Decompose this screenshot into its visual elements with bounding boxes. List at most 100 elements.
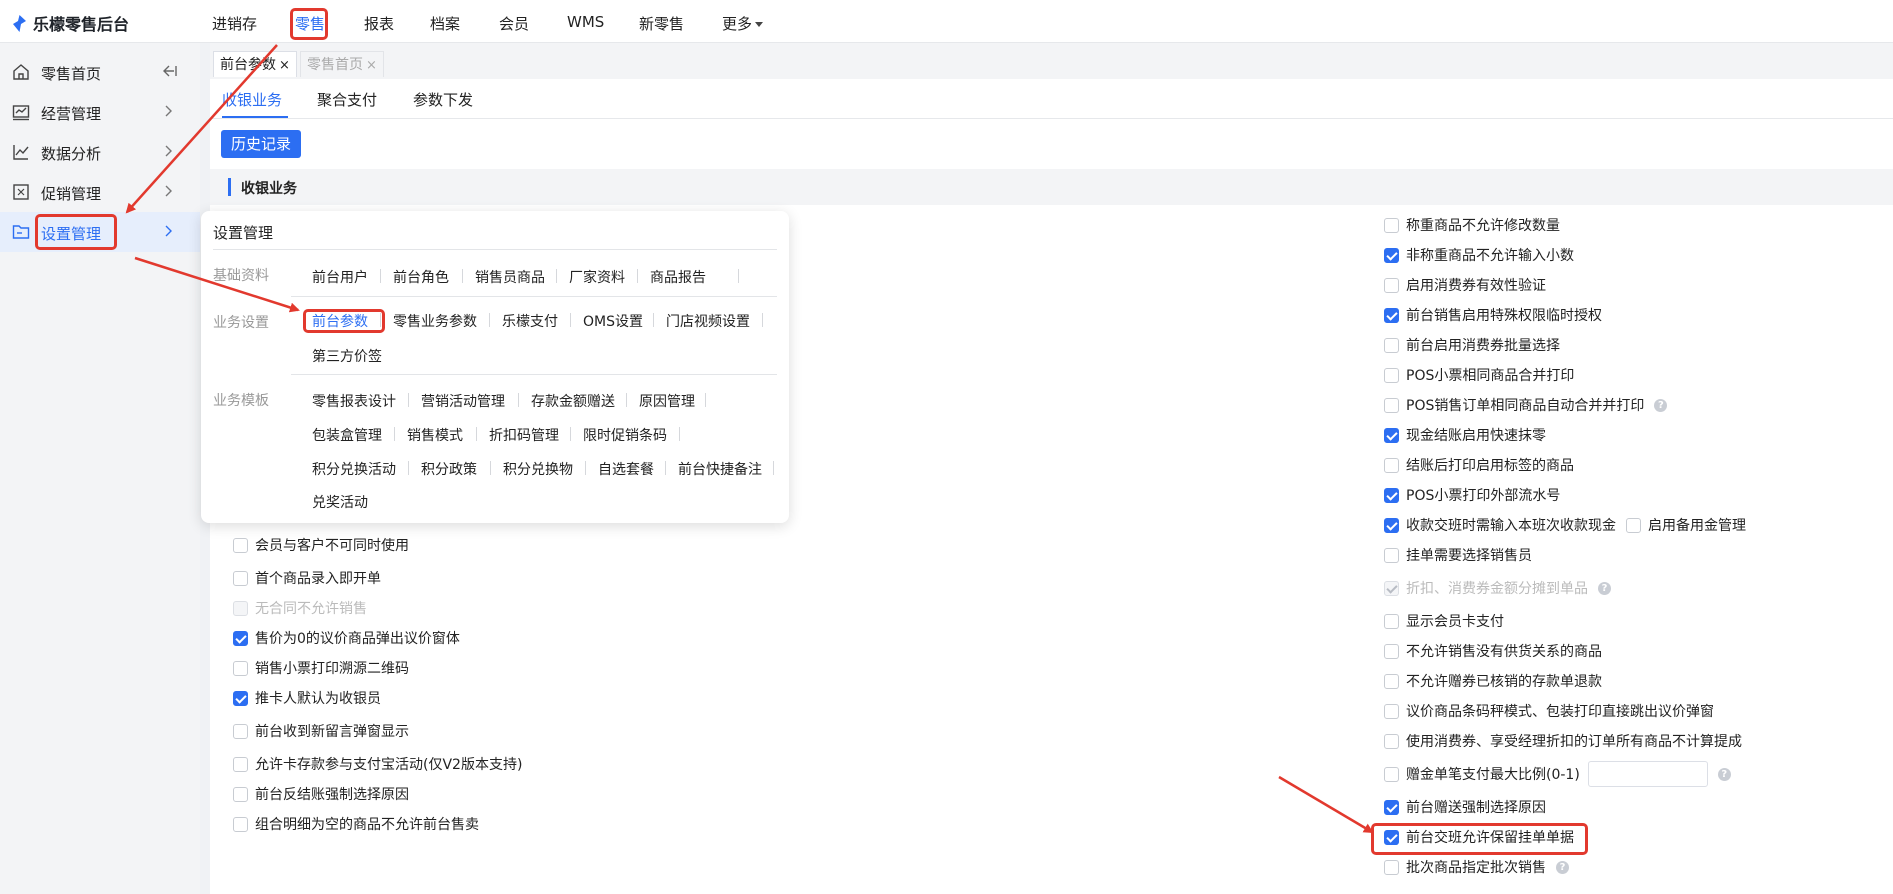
popup-link[interactable]: 商品报告	[650, 267, 706, 287]
option-checkbox[interactable]	[233, 690, 248, 706]
popup-link[interactable]: 乐檬支付	[502, 311, 558, 331]
option-checkbox[interactable]	[1384, 217, 1399, 233]
nav-archives[interactable]: 档案	[430, 13, 460, 34]
popup-link[interactable]: 营销活动管理	[421, 391, 505, 411]
option-row[interactable]: POS销售订单相同商品自动合并并打印?	[1384, 395, 1668, 415]
help-icon[interactable]: ?	[1717, 767, 1731, 781]
option-checkbox[interactable]	[233, 537, 248, 553]
option-row[interactable]: 售价为0的议价商品弹出议价窗体	[233, 628, 460, 648]
sidebar-item-data-analysis[interactable]: 数据分析	[0, 132, 200, 172]
option-row[interactable]: 组合明细为空的商品不允许前台售卖	[233, 814, 479, 834]
option-row[interactable]: 允许卡存款参与支付宝活动(仅V2版本支持)	[233, 754, 522, 774]
option-checkbox[interactable]	[1384, 397, 1399, 413]
popup-link[interactable]: 包装盒管理	[312, 425, 382, 445]
page-tab-retail-home[interactable]: 零售首页 ×	[300, 51, 384, 77]
popup-link[interactable]: 兑奖活动	[312, 492, 368, 512]
petty-cash-checkbox[interactable]	[1626, 517, 1641, 533]
popup-link[interactable]: 销售员商品	[475, 267, 545, 287]
popup-link[interactable]: 积分兑换活动	[312, 459, 396, 479]
option-row[interactable]: 前台启用消费券批量选择	[1384, 335, 1560, 355]
help-icon[interactable]: ?	[1598, 581, 1611, 595]
option-row[interactable]: 批次商品指定批次销售?	[1384, 857, 1569, 877]
popup-link[interactable]: 前台快捷备注	[678, 459, 762, 479]
popup-link[interactable]: 限时促销条码	[583, 425, 667, 445]
sidebar-item-promotions[interactable]: 促销管理	[0, 172, 200, 212]
option-checkbox[interactable]	[1384, 307, 1399, 323]
option-row[interactable]: 显示会员卡支付	[1384, 611, 1504, 631]
option-checkbox[interactable]	[233, 756, 248, 772]
popup-link[interactable]: 销售模式	[407, 425, 463, 445]
option-checkbox[interactable]	[233, 570, 248, 586]
option-row[interactable]: 现金结账启用快速抹零	[1384, 425, 1546, 445]
popup-link[interactable]: 第三方价签	[312, 346, 382, 366]
option-checkbox[interactable]	[233, 816, 248, 832]
option-row[interactable]: 不允许销售没有供货关系的商品	[1384, 641, 1602, 661]
popup-link[interactable]: 积分政策	[421, 459, 477, 479]
option-checkbox[interactable]	[233, 723, 248, 739]
popup-link[interactable]: 自选套餐	[598, 459, 654, 479]
popup-link[interactable]: 门店视频设置	[666, 311, 750, 331]
option-row[interactable]: 前台赠送强制选择原因	[1384, 797, 1546, 817]
nav-new-retail[interactable]: 新零售	[639, 13, 684, 34]
option-checkbox[interactable]	[1384, 547, 1399, 563]
tab-cashier-business[interactable]: 收银业务	[222, 89, 282, 110]
nav-more[interactable]: 更多	[722, 13, 764, 34]
app-logo[interactable]: 乐檬零售后台	[12, 13, 129, 34]
option-checkbox[interactable]	[1384, 487, 1399, 503]
option-checkbox[interactable]	[1384, 457, 1399, 473]
option-checkbox[interactable]	[233, 660, 248, 676]
nav-members[interactable]: 会员	[499, 13, 529, 34]
option-checkbox[interactable]	[233, 630, 248, 646]
option-checkbox[interactable]	[1384, 427, 1399, 443]
option-row[interactable]: 赠金单笔支付最大比例(0-1)?	[1384, 761, 1731, 787]
popup-link[interactable]: 前台用户	[312, 267, 368, 287]
option-row[interactable]: 首个商品录入即开单	[233, 568, 381, 588]
option-row[interactable]: 前台反结账强制选择原因	[233, 784, 409, 804]
option-row[interactable]: 使用消费券、享受经理折扣的订单所有商品不计算提成	[1384, 731, 1742, 751]
option-checkbox[interactable]	[1384, 367, 1399, 383]
option-checkbox[interactable]	[1384, 859, 1399, 875]
page-tab-frontdesk-params[interactable]: 前台参数 ×	[213, 51, 297, 77]
option-row[interactable]: 前台销售启用特殊权限临时授权	[1384, 305, 1602, 325]
option-checkbox[interactable]	[1384, 613, 1399, 629]
option-checkbox[interactable]	[1384, 517, 1399, 533]
tab-aggregated-payment[interactable]: 聚合支付	[317, 89, 377, 110]
option-row[interactable]: 称重商品不允许修改数量	[1384, 215, 1560, 235]
option-row[interactable]: 会员与客户不可同时使用	[233, 535, 409, 555]
sidebar-item-retail-home[interactable]: 零售首页	[0, 52, 200, 92]
tab-param-distribution[interactable]: 参数下发	[413, 89, 473, 110]
popup-link[interactable]: 厂家资料	[569, 267, 625, 287]
option-row[interactable]: 不允许赠券已核销的存款单退款	[1384, 671, 1602, 691]
history-button[interactable]: 历史记录	[221, 130, 301, 158]
popup-link[interactable]: 前台角色	[393, 267, 449, 287]
option-checkbox[interactable]	[1384, 733, 1399, 749]
option-row[interactable]: 启用消费券有效性验证	[1384, 275, 1546, 295]
option-row[interactable]: 非称重商品不允许输入小数	[1384, 245, 1574, 265]
sidebar-item-operations[interactable]: 经营管理	[0, 92, 200, 132]
option-checkbox[interactable]	[1384, 643, 1399, 659]
option-row[interactable]: POS小票打印外部流水号	[1384, 485, 1560, 505]
max-ratio-input[interactable]	[1587, 761, 1708, 787]
option-row[interactable]: 挂单需要选择销售员	[1384, 545, 1532, 565]
option-checkbox[interactable]	[1384, 277, 1399, 293]
close-icon[interactable]: ×	[279, 58, 290, 73]
popup-link[interactable]: 零售报表设计	[312, 391, 396, 411]
option-checkbox[interactable]	[1384, 673, 1399, 689]
option-row[interactable]: 推卡人默认为收银员	[233, 688, 381, 708]
option-row[interactable]: 销售小票打印溯源二维码	[233, 658, 409, 678]
collapse-icon[interactable]	[162, 64, 178, 78]
popup-link[interactable]: OMS设置	[583, 311, 643, 331]
popup-link[interactable]: 折扣码管理	[489, 425, 559, 445]
popup-link[interactable]: 存款金额赠送	[531, 391, 615, 411]
option-row[interactable]: POS小票相同商品合并打印	[1384, 365, 1574, 385]
option-checkbox[interactable]	[1384, 703, 1399, 719]
option-row[interactable]: 结账后打印启用标签的商品	[1384, 455, 1574, 475]
option-row[interactable]: 议价商品条码秤模式、包装打印直接跳出议价弹窗	[1384, 701, 1714, 721]
popup-link[interactable]: 零售业务参数	[393, 311, 477, 331]
popup-link[interactable]: 原因管理	[639, 391, 695, 411]
option-checkbox[interactable]	[1384, 799, 1399, 815]
option-checkbox[interactable]	[1384, 337, 1399, 353]
nav-reports[interactable]: 报表	[364, 13, 394, 34]
petty-cash-option[interactable]: 启用备用金管理	[1626, 515, 1746, 535]
close-icon[interactable]: ×	[366, 58, 377, 73]
